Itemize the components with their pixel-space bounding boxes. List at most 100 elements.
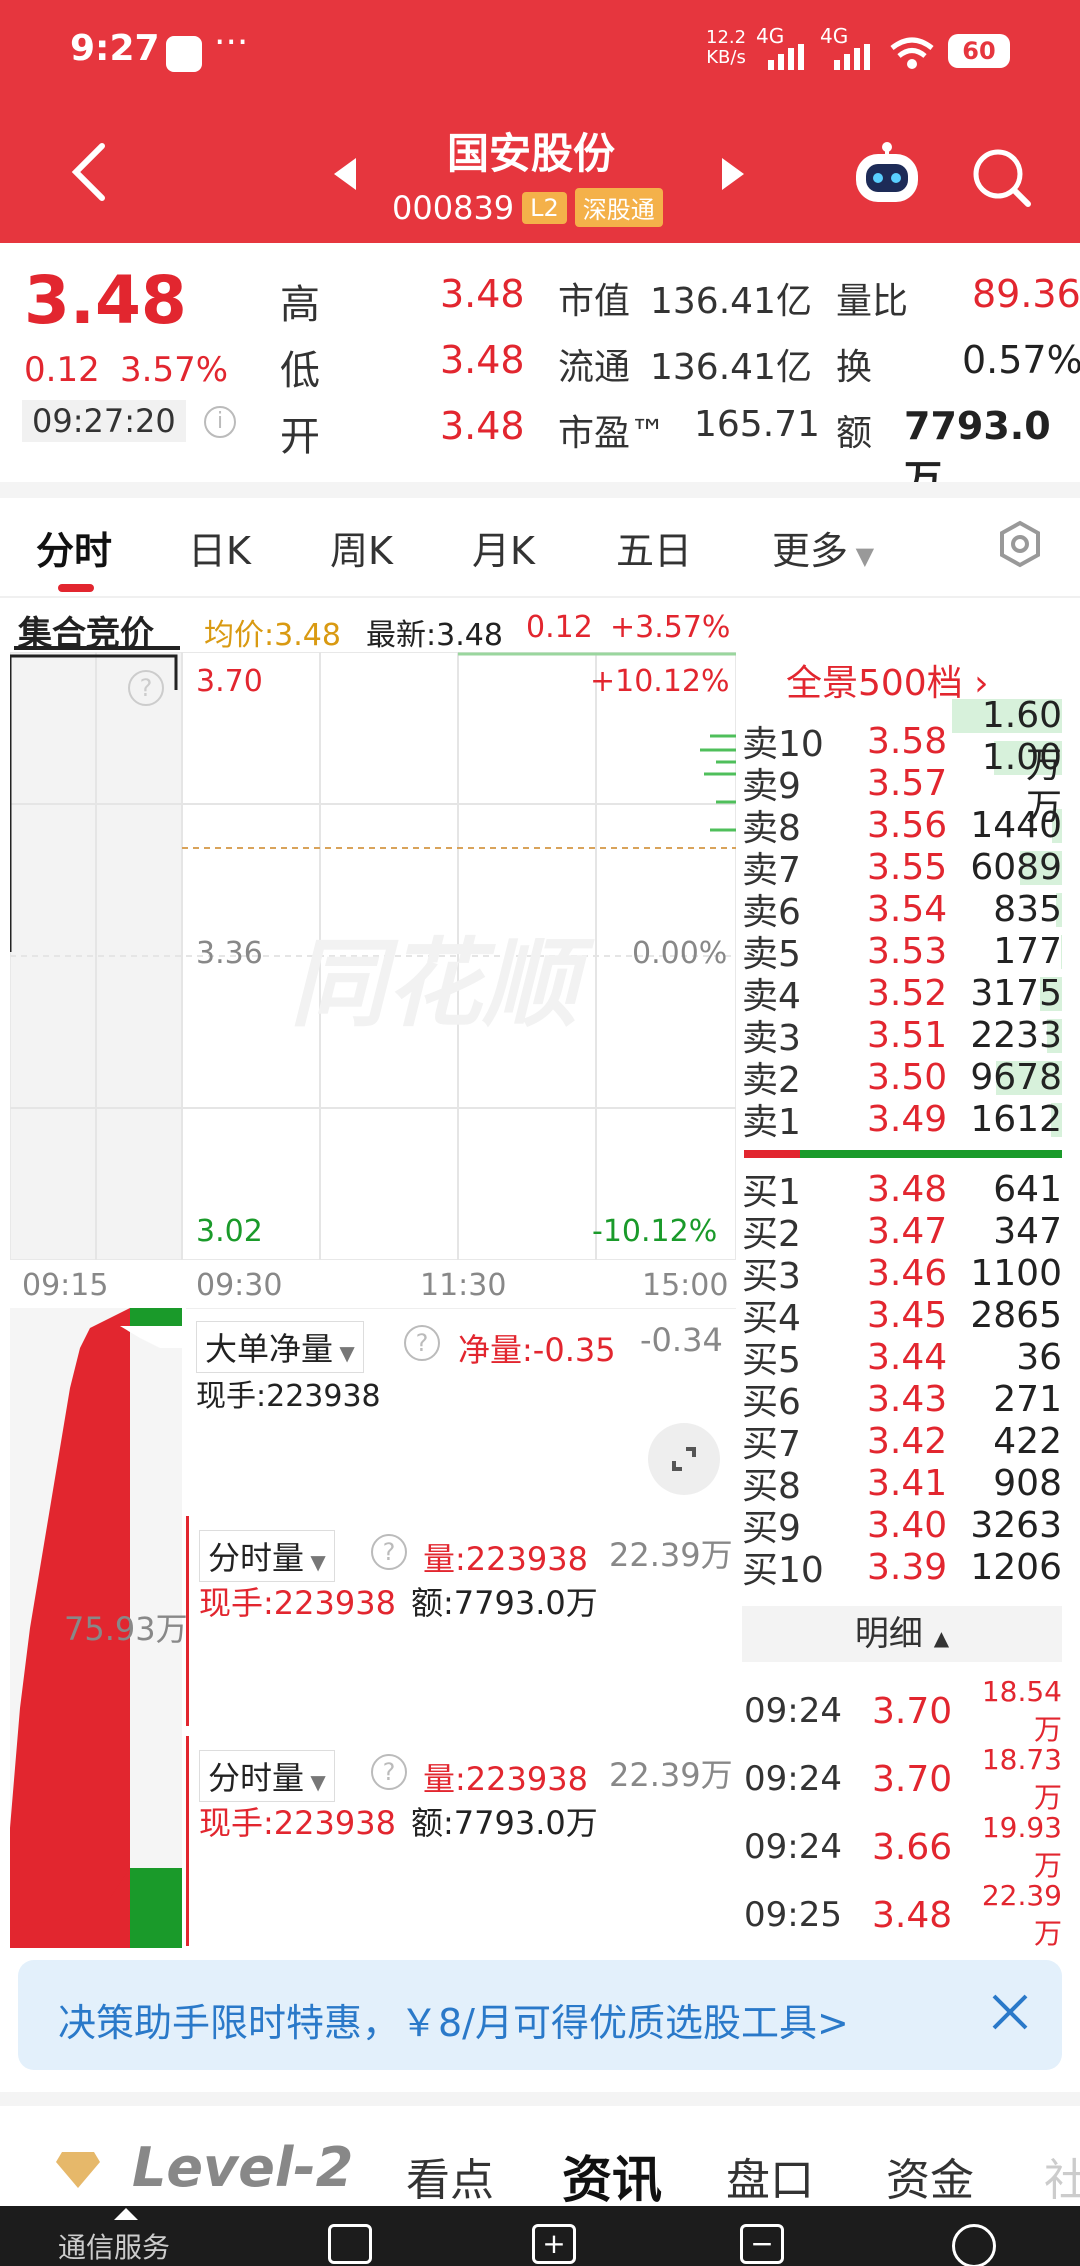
trade-time: 09:24 — [744, 1691, 842, 1731]
bid-row[interactable]: 买5 3.44 36 — [742, 1336, 1062, 1382]
bid-row[interactable]: 买9 3.40 3263 — [742, 1504, 1062, 1550]
prev-stock-button[interactable] — [334, 158, 358, 194]
volume-panel-1[interactable]: 分时量 ▼ ? 量:223938 22.39万 现手:223938 额:7793… — [186, 1516, 736, 1726]
close-icon[interactable] — [988, 1990, 1032, 2038]
big-order-panel[interactable]: 大单净量 ▼ ? 净量:-0.35 -0.34 现手:223938 — [186, 1308, 736, 1504]
nav-menu-icon[interactable] — [952, 2224, 996, 2266]
bid-row[interactable]: 买10 3.39 1206 — [742, 1546, 1062, 1592]
ask-bid-ratio-green — [800, 1150, 1062, 1158]
bid-volume: 422 — [993, 1420, 1062, 1462]
y-axis-bot: 3.02 — [196, 1214, 263, 1249]
tab-five-day[interactable]: 五日 — [616, 520, 692, 575]
bid-price: 3.45 — [867, 1294, 948, 1336]
tab-weekly-k[interactable]: 周K — [330, 520, 393, 575]
robot-assistant-icon[interactable] — [852, 140, 922, 210]
trade-row[interactable]: 09:24 3.66 19.93万 — [744, 1811, 1062, 1882]
ask-row[interactable]: 卖8 3.56 1440 — [742, 804, 1062, 849]
volume-dropdown-1[interactable]: 分时量 ▼ — [199, 1530, 335, 1582]
ask-row[interactable]: 卖2 3.50 9678 — [742, 1056, 1062, 1101]
trade-time: 09:25 — [744, 1895, 842, 1935]
promo-banner[interactable]: 决策助手限时特惠，￥8/月可得优质选股工具> — [18, 1960, 1062, 2070]
nav-add-icon[interactable]: + — [532, 2224, 576, 2264]
bid-price: 3.43 — [867, 1378, 948, 1420]
trade-row[interactable]: 09:25 3.48 22.39万 — [744, 1879, 1062, 1950]
ask-row[interactable]: 卖5 3.53 177 — [742, 930, 1062, 975]
panel2-help-icon[interactable]: ? — [371, 1534, 407, 1570]
auction-underline — [14, 646, 180, 650]
bid-price: 3.40 — [867, 1504, 948, 1546]
tabs-divider — [0, 596, 1080, 598]
panel3-help-icon[interactable]: ? — [371, 1754, 407, 1790]
pct-axis-top: +10.12% — [590, 664, 730, 699]
trade-price: 3.48 — [872, 1894, 953, 1936]
settings-hex-icon[interactable] — [996, 520, 1044, 572]
detail-toggle[interactable]: 明细 ▲ — [742, 1606, 1062, 1662]
big-order-dropdown[interactable]: 大单净量 ▼ — [196, 1321, 364, 1373]
panel3-volume: 量:223938 — [423, 1760, 588, 1798]
ask-volume: 6089 — [970, 846, 1062, 888]
chart-help-icon[interactable]: ? — [128, 670, 164, 706]
bid-row[interactable]: 买3 3.46 1100 — [742, 1252, 1062, 1298]
level2-tab[interactable]: Level-2 — [132, 2136, 353, 2199]
trade-row[interactable]: 09:24 3.70 18.73万 — [744, 1743, 1062, 1814]
bid-row[interactable]: 买8 3.41 908 — [742, 1462, 1062, 1508]
info-change-pct: +3.57% — [610, 610, 731, 645]
ask-row[interactable]: 卖3 3.51 2233 — [742, 1014, 1062, 1059]
nav-notes-icon[interactable] — [328, 2224, 372, 2264]
ask-row[interactable]: 卖4 3.52 3175 — [742, 972, 1062, 1017]
pe-label: 市盈™ — [558, 413, 667, 454]
ask-level-label: 卖1 — [742, 1102, 801, 1143]
time-axis-0930: 09:30 — [196, 1268, 283, 1303]
panel2-right-value: 22.39万 — [609, 1536, 733, 1574]
trade-volume: 19.93万 — [981, 1810, 1062, 1882]
bottom-tab-capital[interactable]: 资金 — [886, 2144, 974, 2208]
tab-intraday[interactable]: 分时 — [36, 520, 112, 575]
app-header: 9:27 ··· 12.2 KB/s 4G 4G 60 国安股份 000839 L… — [0, 0, 1080, 243]
search-icon[interactable] — [970, 146, 1034, 214]
bid-volume: 908 — [993, 1462, 1062, 1504]
ask-row[interactable]: 卖1 3.49 1612 — [742, 1098, 1062, 1143]
info-icon[interactable]: i — [204, 406, 236, 438]
bid-row[interactable]: 买7 3.42 422 — [742, 1420, 1062, 1466]
volume-dropdown-2[interactable]: 分时量 ▼ — [199, 1750, 335, 1802]
panel3-hand: 现手:223938 — [199, 1804, 396, 1842]
nav-left-label[interactable]: 通信服务 — [58, 2226, 170, 2266]
trade-time: 09:24 — [744, 1759, 842, 1799]
ask-row[interactable]: 卖6 3.54 835 — [742, 888, 1062, 933]
nav-minus-icon[interactable]: − — [740, 2224, 784, 2264]
trade-row[interactable]: 09:24 3.70 18.54万 — [744, 1675, 1062, 1746]
tab-more[interactable]: 更多 ▼ — [772, 520, 874, 575]
back-button[interactable] — [70, 142, 110, 206]
volume-panel-2[interactable]: 分时量 ▼ ? 量:223938 22.39万 现手:223938 额:7793… — [186, 1736, 736, 1946]
bid-volume: 3263 — [970, 1504, 1062, 1546]
promo-text: 决策助手限时特惠，￥8/月可得优质选股工具> — [58, 2001, 849, 2045]
time-axis-1500: 15:00 — [642, 1268, 729, 1303]
bottom-tab-highlights[interactable]: 看点 — [406, 2144, 494, 2208]
expand-icon[interactable] — [648, 1423, 720, 1495]
float-label: 流通 — [558, 347, 631, 388]
tab-daily-k[interactable]: 日K — [188, 520, 251, 575]
bid-price: 3.48 — [867, 1168, 948, 1210]
wifi-icon — [888, 34, 936, 74]
bid-row[interactable]: 买2 3.47 347 — [742, 1210, 1062, 1256]
bottom-tab-community[interactable]: 社 — [1044, 2144, 1080, 2208]
bid-row[interactable]: 买1 3.48 641 — [742, 1168, 1062, 1214]
next-stock-button[interactable] — [722, 158, 746, 194]
trade-price: 3.70 — [872, 1690, 953, 1732]
vr-value: 89.36 — [972, 272, 1080, 316]
nav-up-icon[interactable] — [114, 2208, 138, 2220]
ask-row[interactable]: 卖9 3.57 1.00万 — [742, 737, 1062, 828]
bid-row[interactable]: 买6 3.43 271 — [742, 1378, 1062, 1424]
bid-row[interactable]: 买4 3.45 2865 — [742, 1294, 1062, 1340]
panel1-hand: 现手:223938 — [196, 1379, 381, 1414]
bid-volume: 1206 — [970, 1546, 1062, 1588]
ask-row[interactable]: 卖7 3.55 6089 — [742, 846, 1062, 891]
bottom-tab-news[interactable]: 资讯 — [562, 2140, 662, 2212]
bottom-tab-orderbook[interactable]: 盘口 — [726, 2144, 814, 2208]
panel1-help-icon[interactable]: ? — [404, 1325, 440, 1361]
tab-monthly-k[interactable]: 月K — [472, 520, 535, 575]
time-axis-1130: 11:30 — [420, 1268, 507, 1303]
float-value: 136.41亿 — [650, 347, 812, 388]
tab-active-indicator — [58, 584, 94, 592]
panel2-hand: 现手:223938 — [199, 1584, 396, 1622]
